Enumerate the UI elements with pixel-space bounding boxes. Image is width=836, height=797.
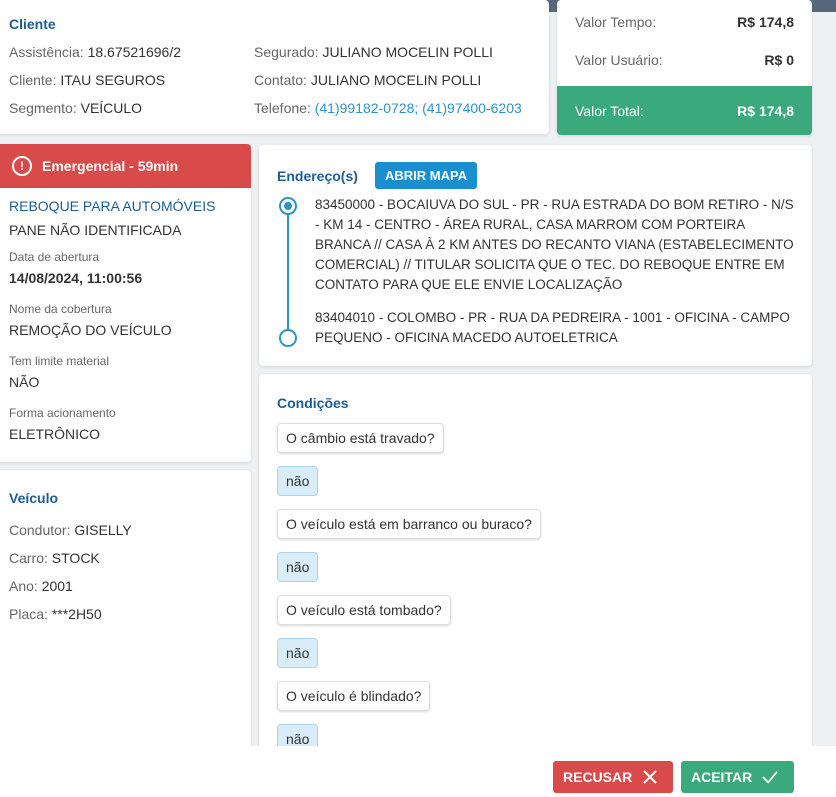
placa-row: Placa: ***2H50 <box>9 606 102 622</box>
assistencia-label: Assistência: <box>9 44 84 60</box>
check-icon <box>762 771 778 784</box>
valor-total-bar: Valor Total: R$ 174,8 <box>557 86 812 135</box>
aceitar-label: ACEITAR <box>691 769 753 785</box>
condutor-label: Condutor: <box>9 522 71 538</box>
ano-value: 2001 <box>41 578 73 594</box>
segmento-value: VEÍCULO <box>80 100 143 116</box>
limite-label: Tem limite material <box>9 354 110 368</box>
carro-row: Carro: STOCK <box>9 550 100 566</box>
condicao-resposta: não <box>277 466 319 496</box>
alert-circle-icon: ! <box>12 156 32 176</box>
cliente-value: ITAU SEGUROS <box>60 72 166 88</box>
carro-value: STOCK <box>51 550 100 566</box>
assistencia-value: 18.67521696/2 <box>87 44 182 60</box>
condicoes-card: Condições O câmbio está travado? não O v… <box>259 374 812 754</box>
valor-total-value: R$ 174,8 <box>737 102 794 119</box>
valores-card: Valor Tempo: R$ 174,8 Valor Usuário: R$ … <box>557 0 812 135</box>
valor-usuario-row: Valor Usuário: R$ 0 <box>575 52 794 68</box>
valor-usuario-label: Valor Usuário: <box>575 52 663 68</box>
assistencia-row: Assistência: 18.67521696/2 <box>9 44 181 60</box>
limite-value: NÃO <box>9 374 40 390</box>
endereco-origem: 83450000 - BOCAIUVA DO SUL - PR - RUA ES… <box>315 197 794 292</box>
origin-marker-icon <box>279 197 297 215</box>
valor-tempo-label: Valor Tempo: <box>575 14 657 30</box>
telefone-link[interactable]: (41)99182-0728; (41)97400-6203 <box>315 100 522 116</box>
veiculo-title: Veículo <box>9 490 59 506</box>
placa-label: Placa: <box>9 606 48 622</box>
data-abertura-value: 14/08/2024, 11:00:56 <box>9 270 143 286</box>
contato-row: Contato: JULIANO MOCELIN POLLI <box>254 72 481 88</box>
cliente-card: Cliente Assistência: 18.67521696/2 Clien… <box>0 0 549 134</box>
ano-label: Ano: <box>9 578 38 594</box>
telefone-row: Telefone: (41)99182-0728; (41)97400-6203 <box>254 100 522 116</box>
close-icon <box>643 770 657 784</box>
aceitar-button[interactable]: ACEITAR <box>681 761 794 793</box>
cliente-label: Cliente: <box>9 72 57 88</box>
cobertura-value: REMOÇÃO DO VEÍCULO <box>9 322 172 338</box>
valor-tempo-row: Valor Tempo: R$ 174,8 <box>575 14 794 30</box>
cliente-row: Cliente: ITAU SEGUROS <box>9 72 165 88</box>
condicoes-title: Condições <box>277 395 349 411</box>
condicao-pergunta: O câmbio está travado? <box>277 423 444 453</box>
segmento-row: Segmento: VEÍCULO <box>9 100 142 116</box>
valor-usuario-value: R$ 0 <box>764 52 794 68</box>
condicao-resposta: não <box>277 638 319 668</box>
recusar-label: RECUSAR <box>563 769 633 785</box>
forma-label: Forma acionamento <box>9 406 116 420</box>
telefone-label: Telefone: <box>254 100 311 116</box>
emergencia-label: Emergencial - 59min <box>42 158 179 174</box>
cobertura-label: Nome da cobertura <box>9 302 112 316</box>
endereco-destino: 83404010 - COLOMBO - PR - RUA DA PEDREIR… <box>315 310 790 345</box>
ano-row: Ano: 2001 <box>9 578 73 594</box>
placa-value: ***2H50 <box>51 606 102 622</box>
data-abertura-label: Data de abertura <box>9 250 100 264</box>
valor-tempo-value: R$ 174,8 <box>737 14 794 30</box>
contato-value: JULIANO MOCELIN POLLI <box>310 72 482 88</box>
endereco-card: Endereço(s) ABRIR MAPA 83450000 - BOCAIU… <box>259 145 812 366</box>
condicao-pergunta: O veículo é blindado? <box>277 681 431 711</box>
condicao-pergunta: O veículo está em barranco ou buraco? <box>277 509 541 539</box>
condicao-resposta: não <box>277 552 319 582</box>
endereco-title: Endereço(s) <box>277 168 358 184</box>
servico-tipo: REBOQUE PARA AUTOMÓVEIS <box>9 198 216 214</box>
destination-marker-icon <box>279 329 297 347</box>
valor-total-label: Valor Total: <box>575 102 644 119</box>
abrir-mapa-button[interactable]: ABRIR MAPA <box>375 162 478 189</box>
condutor-row: Condutor: GISELLY <box>9 522 132 538</box>
segurado-label: Segurado: <box>254 44 319 60</box>
route-line <box>287 212 289 336</box>
action-footer: RECUSAR ACEITAR <box>0 746 836 797</box>
carro-label: Carro: <box>9 550 48 566</box>
contato-label: Contato: <box>254 72 307 88</box>
segurado-value: JULIANO MOCELIN POLLI <box>322 44 493 60</box>
condicao-pergunta: O veículo está tombado? <box>277 595 451 625</box>
servico-problema: PANE NÃO IDENTIFICADA <box>9 222 182 238</box>
forma-value: ELETRÔNICO <box>9 426 101 442</box>
segurado-row: Segurado: JULIANO MOCELIN POLLI <box>254 44 493 60</box>
segmento-label: Segmento: <box>9 100 77 116</box>
veiculo-card: Veículo Condutor: GISELLY Carro: STOCK A… <box>0 470 251 760</box>
cliente-title: Cliente <box>9 16 56 32</box>
recusar-button[interactable]: RECUSAR <box>553 761 673 793</box>
emergencia-banner: ! Emergencial - 59min <box>0 144 251 188</box>
condutor-value: GISELLY <box>74 522 132 538</box>
servico-card: REBOQUE PARA AUTOMÓVEIS PANE NÃO IDENTIF… <box>0 188 251 462</box>
